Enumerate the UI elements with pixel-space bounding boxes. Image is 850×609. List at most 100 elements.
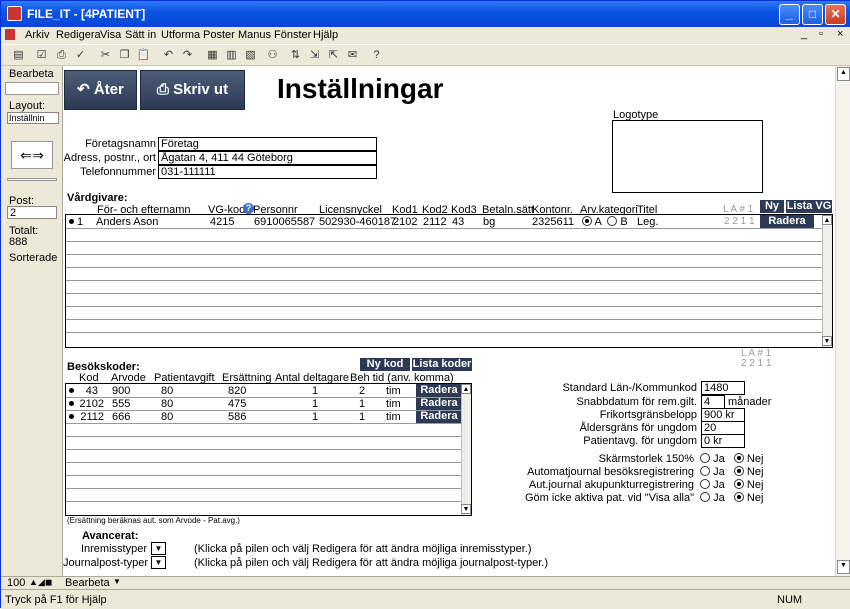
visit-code[interactable]: 43 — [72, 385, 98, 397]
menu-hjalp[interactable]: Hjälp — [313, 29, 338, 41]
back-button[interactable]: ↶ Åter — [64, 70, 137, 110]
age-field[interactable]: 20 — [701, 421, 745, 435]
print-icon[interactable]: ⎙ — [54, 48, 69, 63]
category-radios[interactable]: A B — [582, 216, 628, 228]
logo-box[interactable] — [612, 120, 763, 193]
menu-utforma[interactable]: Utforma — [161, 29, 200, 41]
delete-code-button[interactable]: Radera — [416, 384, 462, 397]
caregiver-kod1[interactable]: 2102 — [393, 216, 417, 228]
menu-arkiv[interactable]: Arkiv — [25, 29, 49, 41]
new-code-button[interactable]: Ny kod — [360, 358, 410, 371]
menu-visa[interactable]: Visa — [100, 29, 121, 41]
delete-caregiver-button[interactable]: Radera — [760, 215, 814, 228]
caregiver-code[interactable]: 4215 — [210, 216, 234, 228]
find-icon[interactable]: ⚇ — [265, 48, 280, 63]
sort-icon[interactable]: ⇅ — [288, 48, 303, 63]
mdi-minimize-icon[interactable]: _ — [801, 28, 807, 40]
delete-record-icon[interactable]: ▧ — [243, 48, 258, 63]
undo-icon[interactable]: ↶ — [161, 48, 176, 63]
radio-yes[interactable] — [700, 466, 710, 476]
phone-field[interactable]: 031-111111 — [158, 165, 377, 179]
zoom-level[interactable]: 100 — [7, 577, 25, 589]
scroll-up-icon[interactable]: ▲ — [822, 215, 832, 225]
caregiver-scrollbar[interactable]: ▲ ▼ — [822, 215, 832, 347]
menu-redigera[interactable]: Redigera — [56, 29, 101, 41]
visit-fee[interactable]: 666 — [112, 411, 130, 423]
print-button[interactable]: ⎙ Skriv ut — [140, 70, 245, 110]
visit-participants[interactable]: 1 — [312, 398, 318, 410]
menu-satt-in[interactable]: Sätt in — [125, 29, 156, 41]
visit-fee[interactable]: 555 — [112, 398, 130, 410]
new-icon[interactable]: ▤ — [11, 48, 26, 63]
post-field[interactable]: 2 — [7, 206, 57, 219]
maximize-button[interactable]: □ — [802, 4, 823, 25]
journal-dropdown[interactable]: ▼ — [151, 556, 166, 569]
visit-compensation[interactable]: 475 — [228, 398, 246, 410]
delete-code-button[interactable]: Radera — [416, 397, 462, 410]
caregiver-personnr[interactable]: 6910065587 — [254, 216, 315, 228]
visit-time[interactable]: 1 — [359, 411, 365, 423]
toggle-screen[interactable]: Ja Nej — [700, 453, 763, 465]
visit-participants[interactable]: 1 — [312, 385, 318, 397]
export-icon[interactable]: ⇱ — [326, 48, 341, 63]
zoom-icon[interactable]: ▲◢◼ — [29, 577, 52, 588]
radio-yes[interactable] — [700, 492, 710, 502]
paste-icon[interactable]: 📋 — [136, 48, 151, 63]
layout-select[interactable]: Inställnin — [7, 112, 59, 124]
caregiver-license[interactable]: 502930-460187 — [319, 216, 396, 228]
youth-fee-field[interactable]: 0 kr — [701, 434, 745, 448]
toggle-acupuncture[interactable]: Ja Nej — [700, 479, 763, 491]
visit-participants[interactable]: 1 — [312, 411, 318, 423]
visit-fee[interactable]: 900 — [112, 385, 130, 397]
close-button[interactable]: ✕ — [825, 4, 846, 25]
menu-poster[interactable]: Poster — [203, 29, 235, 41]
caregiver-name[interactable]: Anders Ason — [96, 216, 158, 228]
list-caregivers-button[interactable]: Lista VG — [786, 200, 832, 213]
category-a-radio[interactable] — [582, 216, 592, 226]
frikort-field[interactable]: 900 kr — [701, 408, 745, 422]
toggle-hide-inactive[interactable]: Ja Nej — [700, 492, 763, 504]
visit-scrollbar[interactable]: ▲ ▼ — [461, 384, 471, 515]
menu-fonster[interactable]: Fönster — [274, 29, 311, 41]
list-codes-button[interactable]: Lista koder — [412, 358, 472, 371]
import-icon[interactable]: ⇲ — [307, 48, 322, 63]
radio-yes[interactable] — [700, 479, 710, 489]
redo-icon[interactable]: ↷ — [180, 48, 195, 63]
scroll-down-icon[interactable]: ▼ — [837, 560, 850, 574]
inremiss-dropdown[interactable]: ▼ — [151, 542, 166, 555]
delete-code-button[interactable]: Radera — [416, 410, 462, 423]
radio-no[interactable] — [733, 466, 744, 476]
toggle-autojournal[interactable]: Ja Nej — [700, 466, 763, 478]
mdi-restore-icon[interactable]: ▫ — [819, 28, 823, 40]
radio-no[interactable] — [733, 492, 744, 502]
radio-yes[interactable] — [700, 453, 710, 463]
scroll-down-icon[interactable]: ▼ — [461, 504, 471, 514]
visit-time[interactable]: 1 — [359, 398, 365, 410]
visit-time[interactable]: 2 — [359, 385, 365, 397]
check-icon[interactable]: ☑ — [34, 48, 49, 63]
window-scrollbar[interactable]: ▲ ▼ — [835, 66, 850, 576]
category-b-radio[interactable] — [607, 216, 618, 226]
visit-compensation[interactable]: 820 — [228, 385, 246, 397]
caregiver-account[interactable]: 2325611 — [532, 216, 574, 228]
caregiver-payment[interactable]: bg — [483, 216, 495, 228]
radio-no[interactable] — [733, 453, 744, 463]
help-icon[interactable]: ? — [369, 48, 384, 63]
visit-code[interactable]: 2112 — [72, 411, 104, 423]
duplicate-record-icon[interactable]: ▥ — [224, 48, 239, 63]
caregiver-kod2[interactable]: 2112 — [423, 216, 447, 228]
visit-code[interactable]: 2102 — [72, 398, 104, 410]
mode-tools[interactable] — [5, 82, 59, 95]
book-icon[interactable]: ⇐⇒ — [11, 141, 53, 169]
minimize-button[interactable]: _ — [779, 4, 800, 25]
company-name-field[interactable]: Företag — [158, 137, 377, 151]
visit-codes-portal[interactable]: 43 900 80 820 1 2 tim Radera 2102 555 80… — [65, 383, 472, 516]
scroll-up-icon[interactable]: ▲ — [461, 384, 471, 394]
visit-patient-fee[interactable]: 80 — [161, 385, 173, 397]
address-field[interactable]: Ågatan 4, 411 44 Göteborg — [158, 151, 377, 165]
send-icon[interactable]: ✉ — [345, 48, 360, 63]
visit-patient-fee[interactable]: 80 — [161, 411, 173, 423]
visit-compensation[interactable]: 586 — [228, 411, 246, 423]
cut-icon[interactable]: ✂ — [98, 48, 113, 63]
new-caregiver-button[interactable]: Ny — [760, 200, 784, 213]
